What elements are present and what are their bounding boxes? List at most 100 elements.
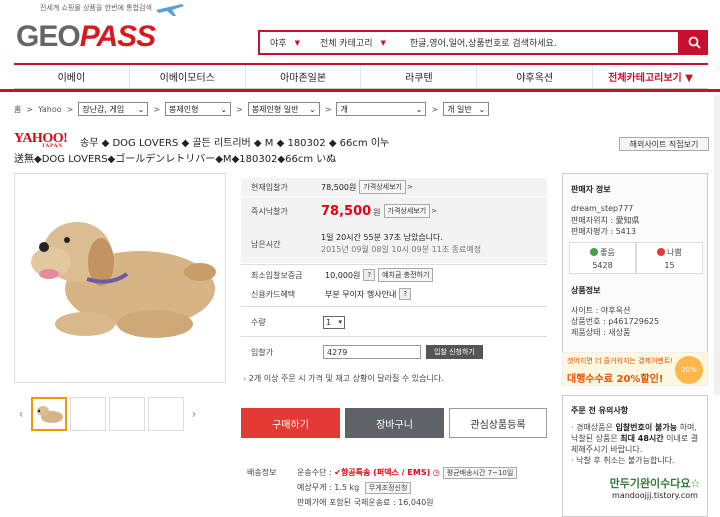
card-benefit-link[interactable]: 부분 무이자 행사안내 (325, 289, 396, 300)
product-site: 사이트 : 야후옥션 (571, 306, 631, 315)
seller-location: 판매자위치 : 愛知県 (571, 216, 640, 225)
buy-button[interactable]: 구매하기 (241, 408, 340, 438)
chevron-down-icon: ⌄ (309, 104, 316, 114)
geopass-logo[interactable]: GEOPASS (16, 20, 156, 54)
airplane-icon (156, 4, 184, 16)
help-icon[interactable]: ? (363, 269, 376, 281)
breadcrumb-separator: > (431, 104, 439, 114)
search-input[interactable]: 한글,영어,일어,상품번호로 검색하세요. (396, 36, 557, 49)
chevron-down-icon: ⌄ (220, 104, 228, 114)
chevron-down-icon: ⌄ (478, 104, 486, 114)
breadcrumb-separator: > (324, 104, 332, 114)
chevron-left-icon[interactable]: ‹ (14, 407, 28, 421)
site-select[interactable]: 야후 ▼ (260, 32, 310, 53)
breadcrumb-separator: > (153, 104, 161, 114)
breadcrumb-separator: > (236, 104, 243, 114)
thumbnail[interactable] (31, 397, 67, 431)
breadcrumb-separator: > (66, 104, 74, 114)
bid-input[interactable]: 4279 (323, 345, 421, 359)
nav-rakuten[interactable]: 라쿠텐 (361, 65, 478, 88)
edge-strip (714, 95, 720, 395)
plush-dog-image (31, 222, 216, 338)
breadcrumb-select-dog[interactable]: 개 ⌄ (336, 102, 427, 116)
clock-icon: ◷ (432, 468, 440, 477)
yahoo-japan-logo: YAHOO! JAPAN (14, 131, 68, 149)
seller-feedback: 좋음 5428 나쁨 15 (569, 242, 703, 274)
chevron-down-icon: ⌄ (137, 104, 145, 114)
check-icon: ✔ (334, 468, 341, 477)
chevron-down-icon: ▼ (380, 38, 386, 47)
seller-title: 판매자 정보 (571, 185, 611, 194)
help-icon[interactable]: ? (399, 288, 412, 300)
chevron-down-icon: ⌄ (415, 104, 423, 114)
product-info-title: 상품정보 (571, 286, 601, 295)
shipping-label: 배송정보 (247, 468, 277, 477)
original-site-button[interactable]: 해외사이트 직접보기 (619, 137, 709, 151)
breadcrumb-select-toys[interactable]: 장난감, 게임 ⌄ (78, 102, 149, 116)
breadcrumb-separator: > (26, 104, 34, 114)
price-detail-button[interactable]: 가격상세보기 (359, 180, 406, 194)
min-bid-row: 최소입찰보증금 10,000원 ? 예치금 충전하기 (241, 266, 547, 284)
search-icon (688, 36, 701, 49)
discount-banner[interactable]: 겟어지면 더 즐거워지는 결제이벤트! 대행수수료 20%할인! 20% (562, 352, 708, 386)
product-condition: 제품상태 : 새상품 (571, 328, 631, 337)
notice-body: · 경매상품은 입찰번호이 불가능 하며, 낙찰된 상품은 최대 48시간 이내… (571, 423, 699, 465)
bid-submit-button[interactable]: 입찰 신청하기 (426, 345, 483, 359)
product-title-japanese: 送無◆DOG LOVERS◆ゴールデンレトリバー◆M◆180302◆66cm い… (14, 154, 337, 165)
site-tagline: 전세계 쇼핑몰 상품을 한번에 통합검색 (40, 4, 152, 12)
category-select[interactable]: 전체 카테고리 ▼ (310, 32, 396, 53)
breadcrumb-site[interactable]: Yahoo (38, 105, 62, 114)
breadcrumb-select-plush[interactable]: 봉제인형 ⌄ (165, 102, 232, 116)
search-bar: 야후 ▼ 전체 카테고리 ▼ 한글,영어,일어,상품번호로 검색하세요. (258, 30, 680, 55)
thumbnail[interactable] (70, 397, 106, 431)
discount-badge: 20% (675, 356, 703, 384)
positive-count: 5428 (592, 260, 613, 270)
card-benefit-row: 신용카드혜택 부분 무이자 행사안내 ? (241, 286, 547, 302)
bid-row: 입찰가 4279 입찰 신청하기 (241, 344, 547, 360)
thumbnail[interactable] (148, 397, 184, 431)
buynow-row: 즉시낙찰가 78,500 원 가격상세보기 > (241, 197, 547, 225)
cart-button[interactable]: 장바구니 (345, 408, 444, 438)
breadcrumb-select-plush-general[interactable]: 봉제인형 일반 ⌄ (247, 102, 320, 116)
shipping-method-line: 운송수단 : ✔항공특송 (퍼덱스 / EMS) ◷ 평균배송시간 7~10일 (297, 467, 518, 479)
breadcrumb-home[interactable]: 홈 (14, 104, 21, 115)
end-time: 2015년 09월 08일 10시 09분 11초 종료예정 (321, 245, 482, 254)
product-title-korean: 송무 ◆ DOG LOVERS ◆ 골든 리트리버 ◆ M ◆ 180302 ◆… (80, 138, 390, 149)
quantity-row: 수량 1 ▾ (241, 314, 547, 330)
order-note: › 2개 이상 주문 시 가격 및 재고 상황이 달라질 수 있습니다. (243, 374, 444, 383)
negative-count: 15 (664, 260, 675, 270)
shipping-weight-line: 예상무게 : 1.5 kg 무게조정신청 (297, 482, 412, 494)
charge-deposit-button[interactable]: 예치금 충전하기 (378, 268, 434, 282)
remaining-row: 남은시간 1일 20시간 55분 37초 남았습니다. 2015년 09월 08일… (241, 225, 547, 263)
price-detail-button-2[interactable]: 가격상세보기 (383, 204, 431, 218)
quantity-select[interactable]: 1 ▾ (323, 315, 345, 329)
positive-icon (590, 248, 599, 256)
shipping-fee: 판매가에 포함된 국제운송료 : 16,040원 (297, 498, 434, 507)
info-icon: › (243, 374, 247, 383)
chevron-down-icon: ▾ (338, 318, 342, 326)
nav-amazon-japan[interactable]: 아마존일본 (246, 65, 362, 88)
buynow-price: 78,500 원 (321, 203, 381, 219)
seller-id[interactable]: dream_step777 (571, 204, 633, 213)
notice-title: 주문 전 유의사항 (571, 406, 629, 415)
nav-divider (0, 89, 720, 92)
seller-rating: 판매자평가 : 5413 (571, 227, 636, 236)
thumbnail[interactable] (109, 397, 145, 431)
product-image[interactable] (14, 173, 226, 383)
chevron-down-icon: ▼ (294, 38, 300, 47)
chevron-right-icon: > (407, 183, 413, 191)
nav-yahoo-auction[interactable]: 야후옥션 (477, 65, 594, 88)
wishlist-button[interactable]: 관심상품등록 (449, 408, 547, 438)
weight-adjust-button[interactable]: 무게조정신청 (364, 482, 412, 494)
current-price: 78,500원 (321, 182, 357, 192)
breadcrumb-select-dog-general[interactable]: 개 일반 ⌄ (443, 102, 490, 116)
nav-all-categories[interactable]: 전체카테고리보기 ▼ (593, 65, 708, 88)
chevron-right-icon: > (431, 207, 438, 215)
product-number: 상품번호 : p461729625 (571, 317, 660, 326)
nav-ebay-motors[interactable]: 이베이모터스 (130, 65, 246, 88)
nav-ebay[interactable]: 이베이 (14, 65, 130, 88)
negative-icon (657, 248, 666, 256)
current-price-row: 현재입찰가 78,500원 가격상세보기 > (241, 178, 547, 196)
chevron-right-icon[interactable]: › (187, 407, 201, 421)
search-button[interactable] (680, 30, 708, 55)
